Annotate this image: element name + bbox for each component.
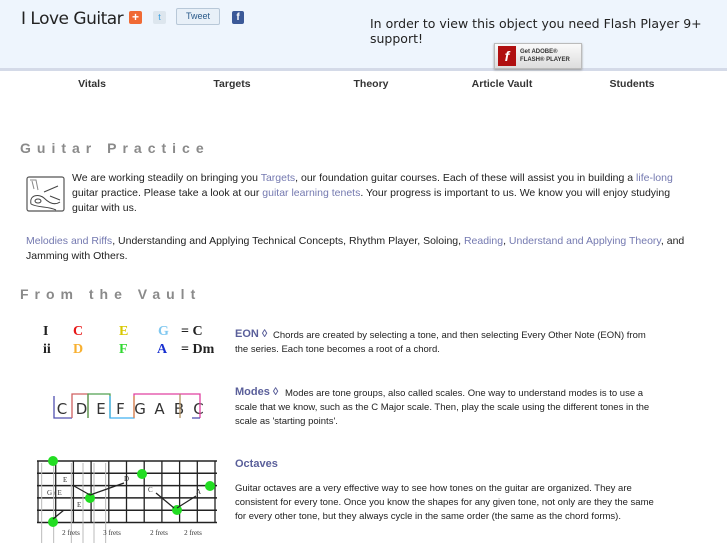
arrow — [52, 509, 65, 520]
octaves-title[interactable]: Octaves — [235, 458, 278, 470]
intro-text: , our foundation guitar courses. Each of… — [295, 172, 637, 184]
site-logo[interactable]: I Love Guitar — [21, 9, 124, 29]
note: A — [157, 342, 168, 357]
mode-note: D — [76, 400, 88, 418]
guitar-sketch-icon — [26, 176, 65, 212]
note: F — [119, 342, 128, 357]
arrow — [155, 492, 175, 509]
practice-topics: Melodies and Riffs, Understanding and Ap… — [26, 234, 686, 264]
get-flash-line2: FLASH® PLAYER — [520, 57, 570, 63]
flash-icon: f — [498, 46, 516, 66]
targets-link[interactable]: Targets — [261, 172, 295, 184]
note: D — [73, 342, 84, 357]
numeral: ii — [43, 342, 51, 357]
nav-article-vault[interactable]: Article Vault — [472, 78, 533, 90]
chord-result: = C — [181, 324, 203, 339]
fret-count-label: 2 frets — [150, 529, 168, 537]
arrow — [89, 482, 125, 496]
tweet-button[interactable]: Tweet — [176, 8, 220, 25]
mode-note: F — [116, 400, 125, 418]
twitter-icon[interactable]: t — [153, 11, 166, 24]
melodies-link[interactable]: Melodies and Riffs — [26, 235, 112, 247]
from-the-vault-heading: From the Vault — [20, 286, 202, 302]
chord-result: = Dm — [181, 342, 215, 357]
fret-note-label: D — [124, 475, 129, 483]
arrow — [73, 485, 91, 496]
modes-diagram[interactable]: CDEFGABC — [50, 392, 210, 422]
fret-count-label: 2 frets — [62, 529, 80, 537]
nav-vitals[interactable]: Vitals — [78, 78, 106, 90]
mode-note: G — [134, 400, 146, 418]
fret-note-label: G / E — [47, 489, 62, 497]
flash-message: In order to view this object you need Fl… — [370, 16, 702, 46]
note: G — [158, 324, 169, 339]
header-divider — [0, 68, 727, 71]
numeral: I — [43, 324, 49, 339]
reading-link[interactable]: Reading — [464, 235, 503, 247]
tenets-link[interactable]: guitar learning tenets — [262, 187, 360, 199]
octaves-description: Guitar octaves are a very effective way … — [235, 483, 654, 522]
tweet-label: Tweet — [185, 11, 210, 21]
get-flash-button[interactable]: f Get ADOBE® FLASH® PLAYER — [494, 43, 582, 69]
addthis-icon[interactable]: + — [129, 11, 142, 24]
fret-note-label: E — [63, 476, 67, 484]
octave-dot — [172, 505, 182, 515]
fret-count-label: 3 frets — [103, 529, 121, 537]
facebook-icon[interactable]: f — [232, 11, 244, 24]
guitar-practice-heading: Guitar Practice — [20, 140, 210, 156]
nav-targets[interactable]: Targets — [213, 78, 250, 90]
intro-text: We are working steadily on bringing you — [72, 172, 261, 184]
fret-note-label: A — [196, 488, 201, 496]
mode-note: E — [96, 400, 105, 418]
fret-count-label: 2 frets — [184, 529, 202, 537]
modes-description: Modes are tone groups, also called scale… — [235, 388, 650, 427]
octaves-fretboard-diagram[interactable]: G / EEE DC A2 frets 3 frets 2 frets 2 frets — [36, 455, 226, 545]
note: C — [73, 324, 84, 339]
octave-dot — [137, 469, 147, 479]
intro-text: guitar practice. Please take a look at o… — [72, 187, 263, 199]
mode-note: A — [154, 400, 165, 418]
fret-note-label: C — [148, 486, 153, 494]
mode-note: C — [193, 400, 203, 418]
nav-students[interactable]: Students — [610, 78, 655, 90]
eon-description: Chords are created by selecting a tone, … — [235, 330, 646, 355]
octave-dot — [205, 481, 215, 491]
topics-text: , Understanding and Applying Technical C… — [112, 235, 464, 247]
get-flash-line1: Get ADOBE® — [520, 49, 558, 55]
mode-note: B — [174, 400, 184, 418]
nav-theory[interactable]: Theory — [353, 78, 388, 90]
practice-intro: We are working steadily on bringing you … — [72, 171, 677, 216]
note: E — [119, 324, 129, 339]
mode-note: C — [57, 400, 67, 418]
octave-dot — [48, 456, 58, 466]
theory-link[interactable]: Understand and Applying Theory — [509, 235, 661, 247]
life-long-link[interactable]: life-long — [636, 172, 673, 184]
fret-note-label: E — [77, 501, 81, 509]
